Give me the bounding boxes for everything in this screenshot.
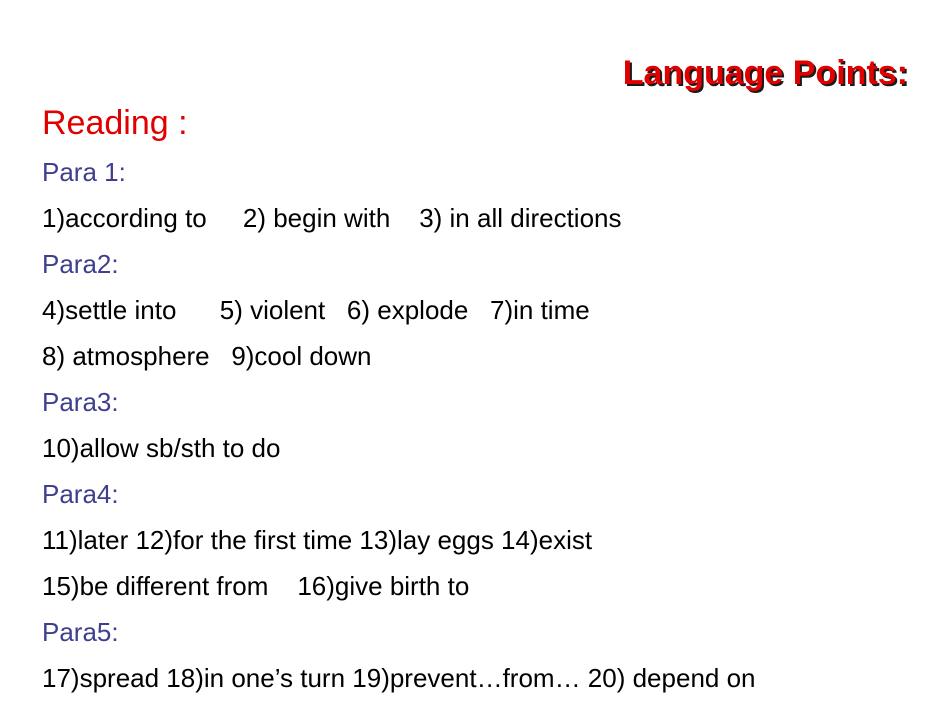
slide-canvas: Language Points: Reading : Para 1: 1)acc… (0, 0, 950, 713)
para-heading-1: Para 1: (42, 157, 126, 187)
body-line-para4-1: 11)later 12)for the first time 13)lay eg… (42, 525, 593, 555)
body-line-para1-1: 1)according to 2) begin with 3) in all d… (42, 203, 622, 233)
page-title: Language Points: (622, 54, 908, 92)
body-line-para4-2: 15)be different from 16)give birth to (42, 571, 470, 601)
body-line-para3-1: 10)allow sb/sth to do (42, 433, 281, 463)
para-heading-5: Para5: (42, 617, 119, 647)
reading-heading: Reading : (42, 104, 188, 142)
para-heading-2: Para2: (42, 249, 119, 279)
body-line-para2-2: 8) atmosphere 9)cool down (42, 341, 372, 371)
slide-body: Reading : Para 1: 1)according to 2) begi… (42, 99, 942, 701)
body-line-para5-1: 17)spread 18)in one’s turn 19)prevent…fr… (42, 663, 756, 693)
para-heading-4: Para4: (42, 479, 119, 509)
para-heading-3: Para3: (42, 387, 119, 417)
body-line-para2-1: 4)settle into 5) violent 6) explode 7)in… (42, 295, 590, 325)
